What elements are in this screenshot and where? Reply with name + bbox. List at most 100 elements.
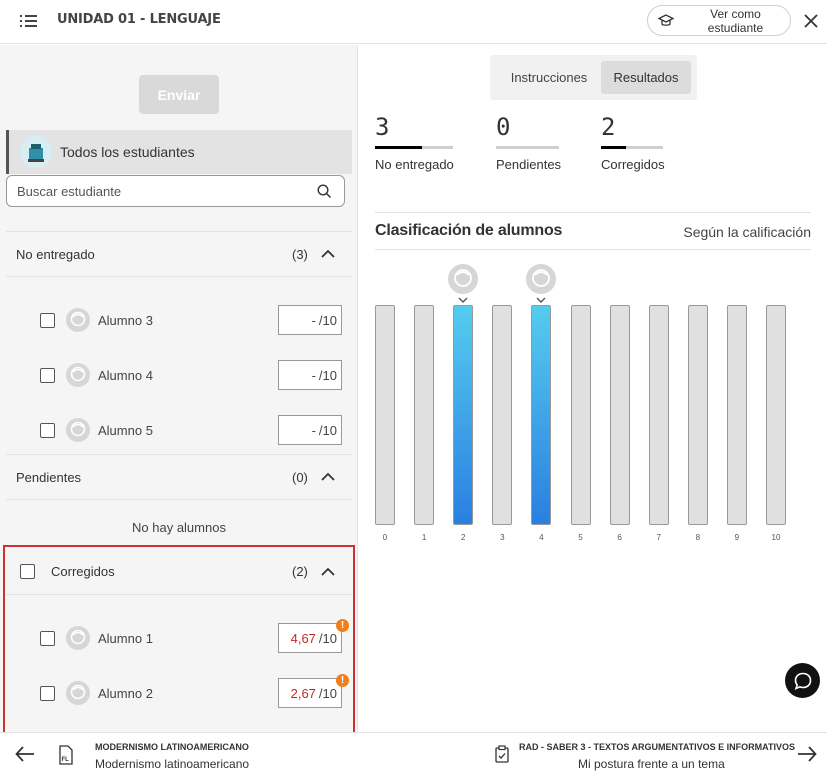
stat-value: 3 — [375, 113, 390, 141]
grade-input[interactable]: 4,67 /10 — [278, 623, 342, 653]
close-icon[interactable] — [802, 12, 820, 30]
section-header-corregidos[interactable]: Corregidos (2) — [6, 549, 352, 595]
chart-tick-label: 10 — [771, 533, 781, 542]
student-avatar-icon — [66, 418, 90, 442]
next-lesson-kicker[interactable]: RAD - SABER 3 - TEXTOS ARGUMENTATIVOS E … — [519, 742, 795, 752]
graduation-cap-icon — [658, 13, 674, 26]
grade-value: 2,67 — [290, 685, 316, 701]
empty-state-text: No hay alumnos — [132, 520, 226, 535]
chevron-up-icon[interactable] — [320, 469, 336, 485]
arrow-left-icon[interactable] — [15, 746, 35, 762]
grade-max: /10 — [318, 422, 337, 438]
bottom-navigation: FL MODERNISMO LATINOAMERICANO Modernismo… — [0, 732, 827, 773]
chevron-up-icon[interactable] — [320, 246, 336, 262]
section-title: No entregado — [16, 246, 95, 262]
stat-label: No entregado — [375, 157, 454, 172]
grade-max: /10 — [318, 630, 337, 646]
document-fl-icon: FL — [59, 745, 73, 765]
section-header-pendientes[interactable]: Pendientes (0) — [6, 454, 352, 500]
grade-input[interactable]: - /10 — [278, 305, 342, 335]
student-name: Alumno 4 — [98, 367, 153, 383]
menu-icon[interactable] — [20, 14, 38, 28]
send-button[interactable]: Enviar — [139, 75, 219, 114]
section-count: (0) — [292, 469, 308, 485]
student-checkbox[interactable] — [40, 312, 55, 328]
student-checkbox[interactable] — [40, 685, 55, 701]
section-count: (2) — [292, 564, 308, 579]
stat-label: Pendientes — [496, 157, 562, 172]
search-field — [6, 175, 345, 207]
chart-bar-4[interactable] — [531, 305, 552, 525]
all-students-label: Todos los estudiantes — [60, 144, 195, 160]
student-checkbox[interactable] — [40, 422, 55, 438]
chart-tick-label: 4 — [539, 533, 544, 542]
student-marker-icon[interactable] — [526, 264, 557, 304]
student-checkbox[interactable] — [40, 630, 55, 646]
grade-input[interactable]: 2,67 /10 — [278, 678, 342, 708]
top-bar: UNIDAD 01 - LENGUAJE Ver como estudiante — [0, 0, 827, 44]
alert-icon: ! — [336, 674, 349, 687]
students-panel: Enviar Todos los estudiantes No entregad… — [0, 45, 358, 737]
grade-distribution-chart: 0 1 2 3 4 5 6 7 8 9 10 — [375, 260, 811, 550]
student-name: Alumno 5 — [98, 422, 153, 438]
stat-corregidos: 2 Corregidos — [601, 113, 665, 172]
arrow-right-icon[interactable] — [797, 746, 817, 762]
ranking-title: Clasificación de alumnos — [375, 222, 563, 239]
stat-value: 0 — [496, 113, 511, 141]
chart-bar-10[interactable] — [766, 305, 786, 525]
all-students-item[interactable]: Todos los estudiantes — [6, 130, 352, 174]
stat-pendientes: 0 Pendientes — [496, 113, 561, 172]
stat-no-entregado: 3 No entregado — [375, 113, 454, 172]
chevron-up-icon[interactable] — [320, 564, 336, 580]
grade-input[interactable]: - /10 — [278, 415, 342, 445]
student-checkbox[interactable] — [40, 367, 55, 383]
chart-tick-label: 9 — [734, 533, 740, 542]
tab-resultados[interactable]: Resultados — [601, 61, 691, 94]
ranking-sort-link[interactable]: Según la calificación — [683, 224, 811, 240]
grade-max: /10 — [318, 312, 337, 328]
search-icon[interactable] — [317, 184, 332, 199]
stat-value: 2 — [601, 113, 616, 141]
clipboard-icon — [495, 745, 509, 763]
chart-bar-2[interactable] — [453, 305, 474, 525]
student-name: Alumno 2 — [98, 685, 153, 701]
view-as-student-button[interactable]: Ver como estudiante — [647, 5, 791, 36]
stat-bar-fill — [375, 146, 422, 149]
student-avatar-icon — [66, 626, 90, 650]
section-select-all-checkbox[interactable] — [20, 564, 35, 579]
prev-lesson-title[interactable]: Modernismo latinoamericano — [95, 757, 249, 771]
student-row: Alumno 3 - /10 — [6, 300, 352, 340]
chat-button[interactable] — [785, 663, 820, 698]
chart-bar-5[interactable] — [570, 305, 591, 525]
chart-bar-1[interactable] — [414, 305, 435, 525]
prev-lesson-kicker[interactable]: MODERNISMO LATINOAMERICANO — [95, 742, 249, 752]
chart-bar-3[interactable] — [492, 305, 513, 525]
student-row: Alumno 1 4,67 /10 ! — [6, 618, 352, 658]
divider — [375, 249, 811, 250]
student-marker-icon[interactable] — [448, 264, 479, 304]
chat-bubble-icon — [794, 672, 811, 690]
grade-input[interactable]: - /10 — [278, 360, 342, 390]
grade-value: - — [311, 312, 316, 328]
search-input[interactable] — [7, 176, 297, 206]
chart-tick-label: 0 — [382, 533, 388, 542]
tab-instrucciones[interactable]: Instrucciones — [501, 61, 597, 94]
section-header-no-entregado[interactable]: No entregado (3) — [6, 231, 352, 277]
divider — [375, 212, 811, 213]
stat-bar-fill — [601, 146, 626, 149]
student-avatar-icon — [66, 308, 90, 332]
chart-bar-9[interactable] — [726, 305, 747, 525]
next-lesson-title[interactable]: Mi postura frente a un tema — [578, 757, 725, 771]
chart-bar-6[interactable] — [609, 305, 630, 525]
chart-bar-8[interactable] — [687, 305, 708, 525]
view-tabs: Instrucciones Resultados — [490, 55, 697, 100]
grade-value: 4,67 — [290, 630, 316, 646]
chart-bar-fill — [532, 306, 551, 524]
chart-tick-label: 7 — [656, 533, 661, 542]
chart-bar-7[interactable] — [648, 305, 669, 525]
chart-bar-0[interactable] — [375, 305, 395, 525]
chart-tick-label: 1 — [421, 533, 427, 542]
chart-tick-label: 8 — [695, 533, 701, 542]
student-row: Alumno 4 - /10 — [6, 355, 352, 395]
group-avatar — [20, 136, 52, 168]
